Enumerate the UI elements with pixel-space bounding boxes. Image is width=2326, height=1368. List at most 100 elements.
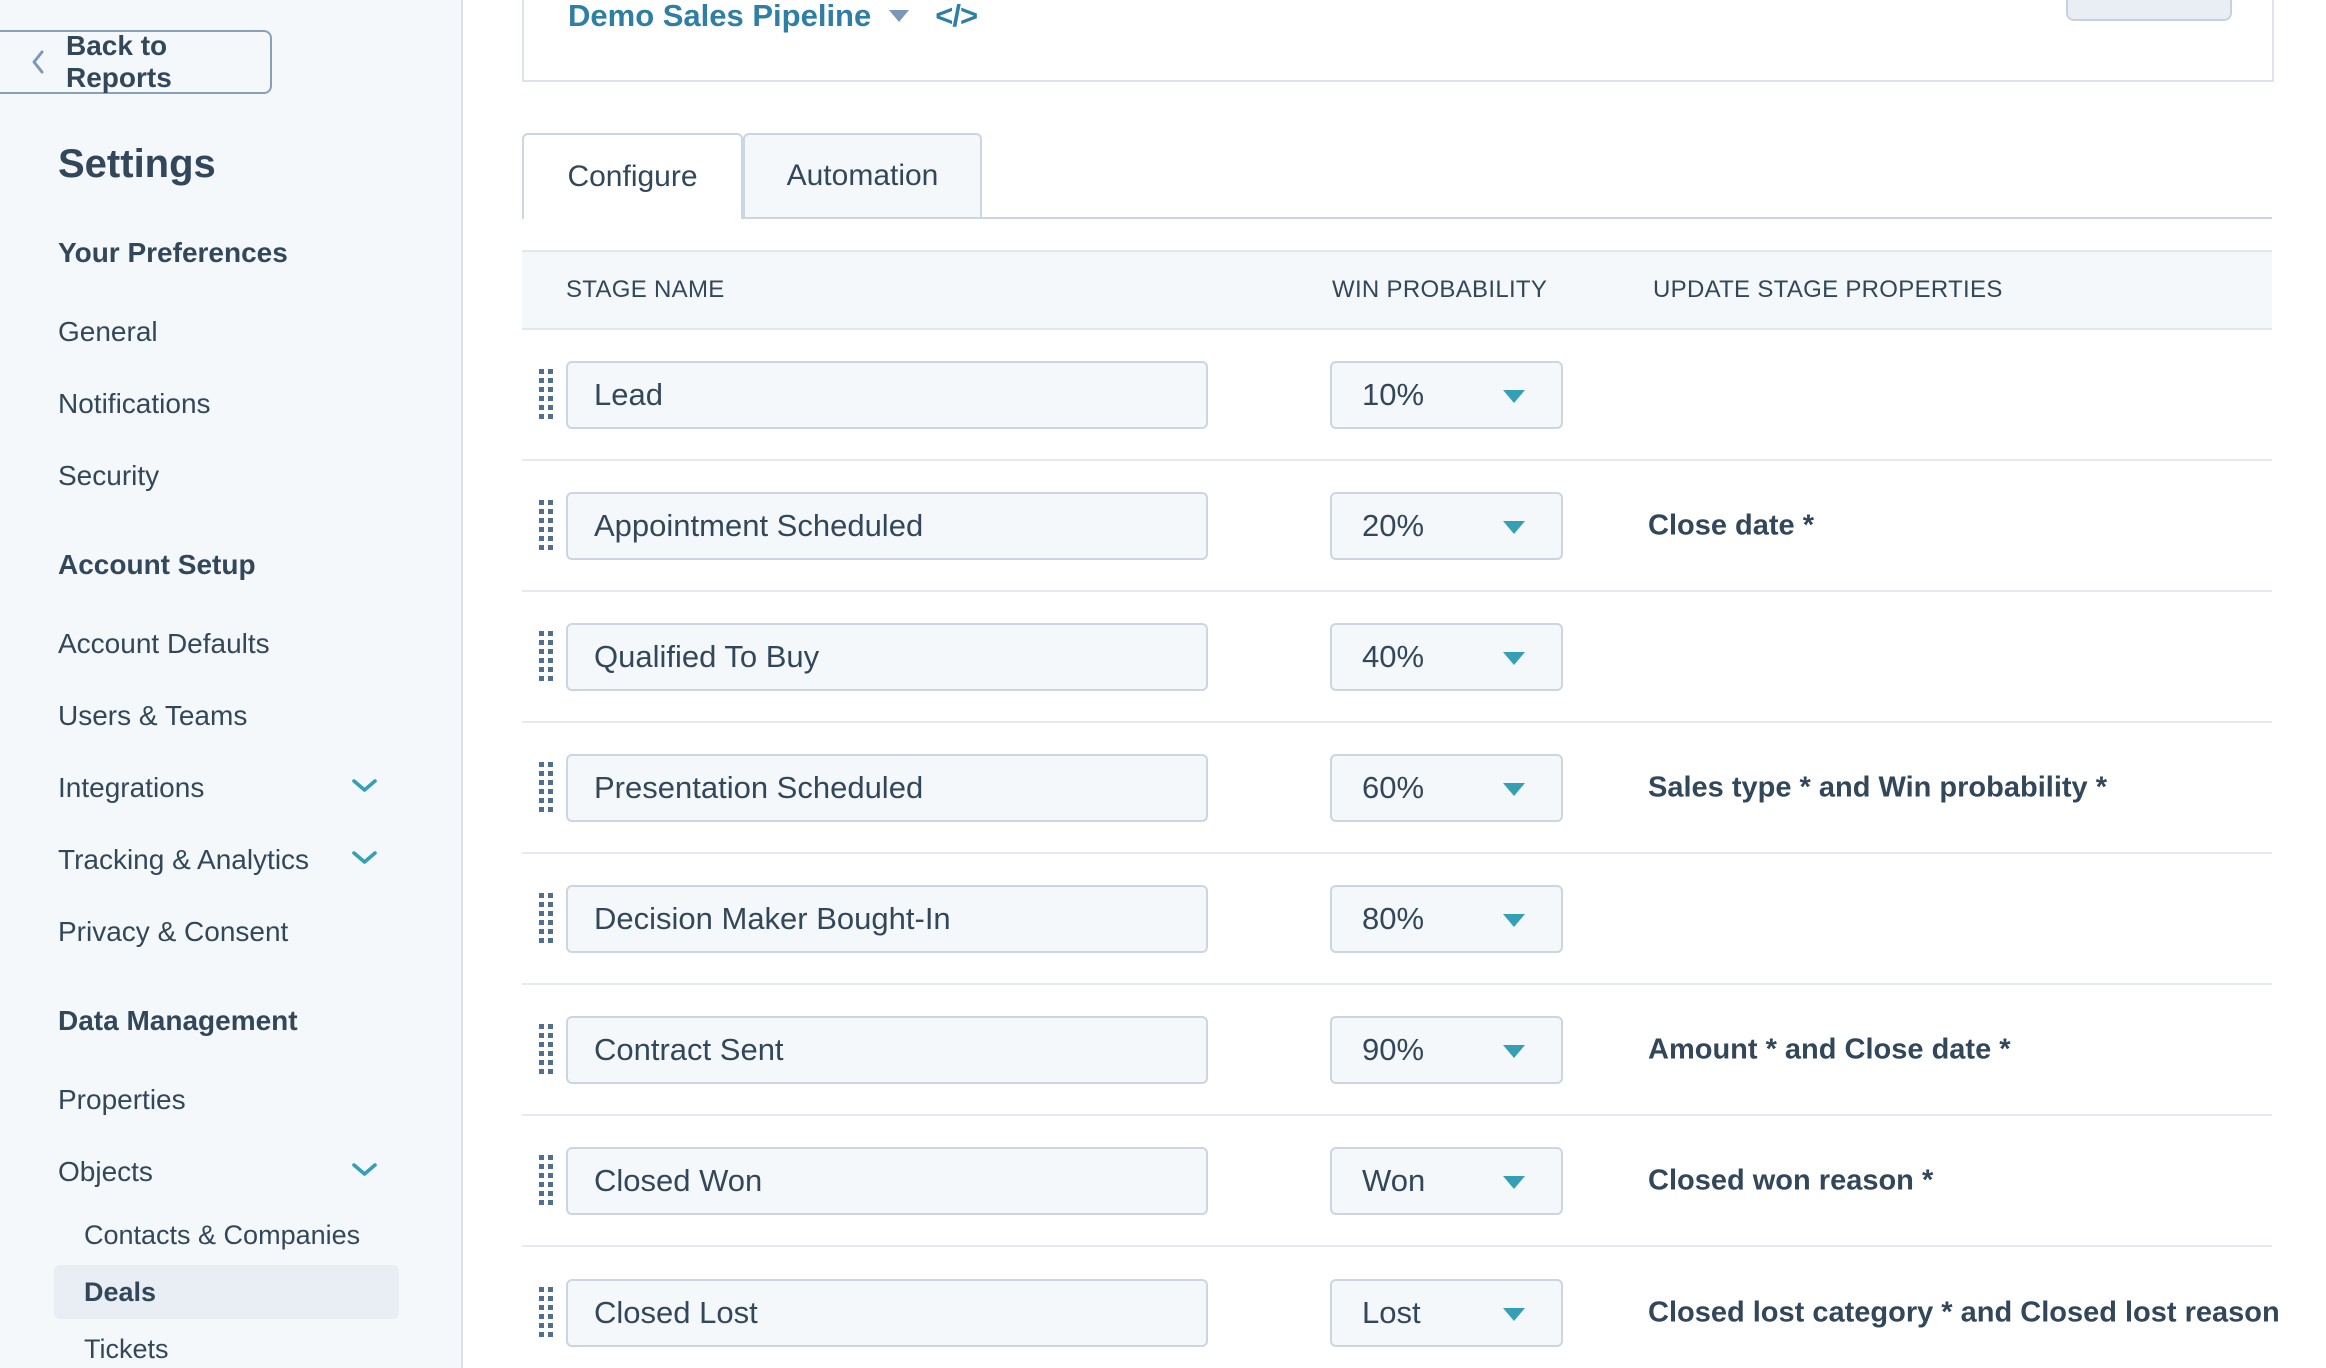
column-header-win-probability: WIN PROBABILITY	[1332, 276, 1547, 304]
back-to-reports-label: Back to Reports	[66, 30, 270, 94]
back-to-reports-button[interactable]: Back to Reports	[0, 30, 272, 94]
sidebar-item-label: Objects	[0, 1156, 153, 1188]
win-probability-value: Won	[1362, 1163, 1425, 1199]
sidebar-item-label: Tickets	[0, 1334, 169, 1365]
update-stage-properties-text: Amount * and Close date *	[1648, 1033, 2011, 1066]
stage-name-input[interactable]	[566, 492, 1208, 560]
drag-handle-icon[interactable]	[538, 892, 554, 946]
chevron-down-icon[interactable]	[351, 1161, 378, 1183]
sidebar-item-users-teams[interactable]: Users & Teams	[0, 689, 463, 743]
win-probability-value: 80%	[1362, 901, 1424, 937]
sidebar-item-label: General	[0, 316, 158, 348]
table-row: 90% Amount * and Close date *	[522, 985, 2272, 1116]
dropdown-caret-icon	[1503, 390, 1525, 403]
table-row: 40%	[522, 592, 2272, 723]
update-stage-properties-text: Close date *	[1648, 509, 1814, 542]
sidebar-item-contacts-companies[interactable]: Contacts & Companies	[0, 1208, 463, 1262]
settings-screen: Back to Reports Settings Your Preference…	[0, 0, 2326, 1368]
dropdown-caret-icon	[1503, 1045, 1525, 1058]
drag-handle-icon[interactable]	[538, 630, 554, 684]
sidebar-item-label: Integrations	[0, 772, 204, 804]
sidebar-item-notifications[interactable]: Notifications	[0, 377, 463, 431]
chevron-down-icon[interactable]	[351, 849, 378, 871]
table-row: 80%	[522, 854, 2272, 985]
pipeline-selector-row: Demo Sales Pipeline </>	[568, 0, 977, 34]
cut-off-button[interactable]	[2066, 0, 2232, 21]
stage-name-input[interactable]	[566, 361, 1208, 429]
sidebar-item-general[interactable]: General	[0, 305, 463, 359]
pipeline-stages-table: STAGE NAME WIN PROBABILITY UPDATE STAGE …	[522, 250, 2272, 1368]
drag-handle-icon[interactable]	[538, 761, 554, 815]
drag-handle-icon[interactable]	[538, 1154, 554, 1208]
chevron-down-icon[interactable]	[889, 10, 909, 22]
sidebar-item-label: Data Management	[0, 1005, 298, 1037]
pipeline-selector[interactable]: Demo Sales Pipeline	[568, 0, 871, 34]
win-probability-value: 60%	[1362, 770, 1424, 806]
table-body: 10% 20% Close date *	[522, 330, 2272, 1368]
stage-name-input[interactable]	[566, 1279, 1208, 1347]
sidebar-item-label: Security	[0, 460, 159, 492]
sidebar-item-label: Users & Teams	[0, 700, 247, 732]
sidebar-item-label: Properties	[0, 1084, 186, 1116]
sidebar-item-label: Contacts & Companies	[0, 1220, 360, 1251]
code-icon[interactable]: </>	[935, 0, 977, 34]
win-probability-select[interactable]: Lost	[1330, 1279, 1563, 1347]
stage-name-input[interactable]	[566, 885, 1208, 953]
sidebar-item-tickets[interactable]: Tickets	[0, 1322, 463, 1368]
win-probability-select[interactable]: Won	[1330, 1147, 1563, 1215]
sidebar-item-label: Account Defaults	[0, 628, 270, 660]
sidebar-item-account-defaults[interactable]: Account Defaults	[0, 617, 463, 671]
sidebar-section-your-preferences: Your Preferences	[0, 226, 463, 280]
win-probability-select[interactable]: 80%	[1330, 885, 1563, 953]
sidebar-item-integrations[interactable]: Integrations	[0, 761, 463, 815]
dropdown-caret-icon	[1503, 652, 1525, 665]
stage-name-input[interactable]	[566, 754, 1208, 822]
sidebar-section-account-setup: Account Setup	[0, 538, 463, 592]
dropdown-caret-icon	[1503, 521, 1525, 534]
dropdown-caret-icon	[1503, 914, 1525, 927]
pipeline-header-card: Demo Sales Pipeline </>	[522, 0, 2274, 82]
win-probability-value: 40%	[1362, 639, 1424, 675]
sidebar-section-data-management: Data Management	[0, 994, 463, 1048]
sidebar-item-label: Notifications	[0, 388, 211, 420]
drag-handle-icon[interactable]	[538, 499, 554, 553]
stage-name-input[interactable]	[566, 1016, 1208, 1084]
win-probability-select[interactable]: 40%	[1330, 623, 1563, 691]
table-header-row: STAGE NAME WIN PROBABILITY UPDATE STAGE …	[522, 250, 2272, 330]
sidebar-item-security[interactable]: Security	[0, 449, 463, 503]
page-title: Settings	[58, 142, 216, 187]
sidebar-item-label: Deals	[54, 1277, 156, 1308]
stage-name-input[interactable]	[566, 623, 1208, 691]
table-row: 10%	[522, 330, 2272, 461]
win-probability-select[interactable]: 60%	[1330, 754, 1563, 822]
tab-automation[interactable]: Automation	[743, 133, 982, 219]
table-row: 60% Sales type * and Win probability *	[522, 723, 2272, 854]
sidebar-item-privacy-consent[interactable]: Privacy & Consent	[0, 905, 463, 959]
drag-handle-icon[interactable]	[538, 1286, 554, 1340]
win-probability-value: 90%	[1362, 1032, 1424, 1068]
update-stage-properties-text: Closed won reason *	[1648, 1164, 1933, 1197]
chevron-left-icon	[30, 49, 46, 75]
drag-handle-icon[interactable]	[538, 1023, 554, 1077]
stage-name-input[interactable]	[566, 1147, 1208, 1215]
win-probability-select[interactable]: 10%	[1330, 361, 1563, 429]
sidebar-item-properties[interactable]: Properties	[0, 1073, 463, 1127]
sidebar-item-tracking-analytics[interactable]: Tracking & Analytics	[0, 833, 463, 887]
sidebar-item-objects[interactable]: Objects	[0, 1145, 463, 1199]
win-probability-value: Lost	[1362, 1295, 1421, 1331]
update-stage-properties-text: Sales type * and Win probability *	[1648, 771, 2107, 804]
drag-handle-icon[interactable]	[538, 368, 554, 422]
dropdown-caret-icon	[1503, 783, 1525, 796]
sidebar-item-label: Tracking & Analytics	[0, 844, 309, 876]
settings-sidebar: Back to Reports Settings Your Preference…	[0, 0, 463, 1368]
chevron-down-icon[interactable]	[351, 777, 378, 799]
tab-configure[interactable]: Configure	[522, 133, 743, 219]
sidebar-item-label: Your Preferences	[0, 237, 288, 269]
dropdown-caret-icon	[1503, 1308, 1525, 1321]
win-probability-value: 10%	[1362, 377, 1424, 413]
table-row: 20% Close date *	[522, 461, 2272, 592]
sidebar-item-label: Privacy & Consent	[0, 916, 288, 948]
sidebar-item-deals[interactable]: Deals	[54, 1265, 399, 1319]
win-probability-select[interactable]: 20%	[1330, 492, 1563, 560]
win-probability-select[interactable]: 90%	[1330, 1016, 1563, 1084]
